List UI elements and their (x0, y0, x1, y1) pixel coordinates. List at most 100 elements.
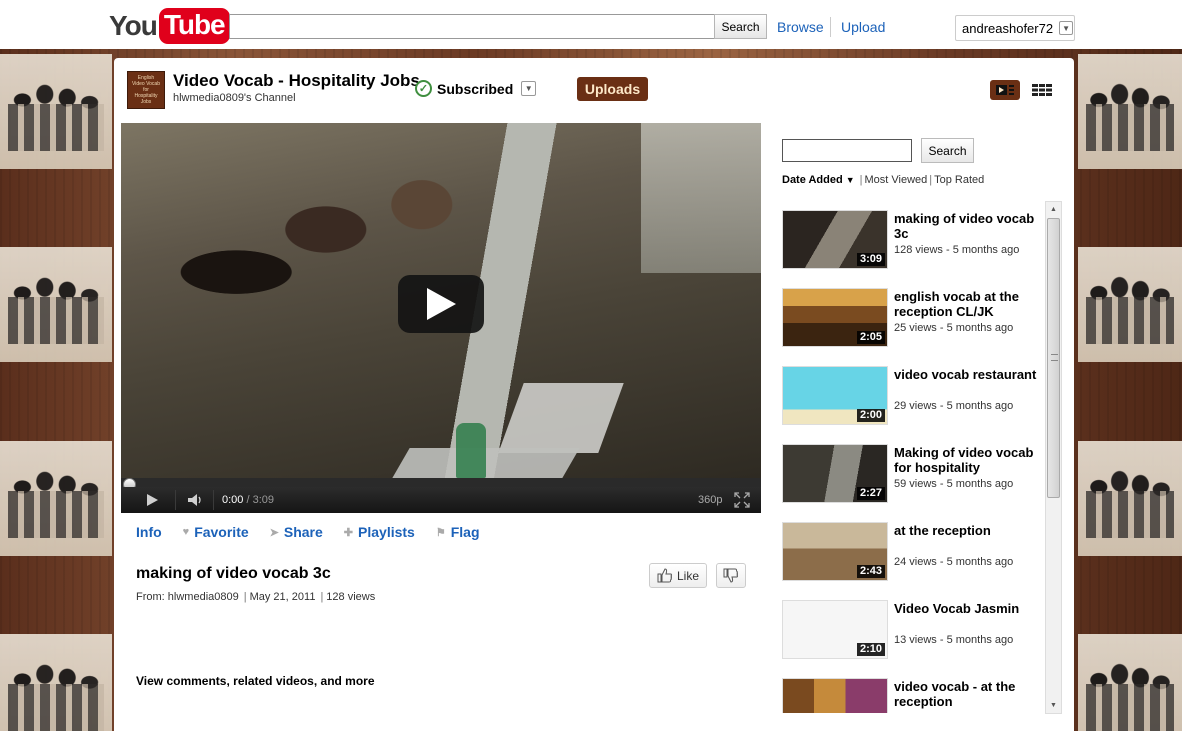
youtube-logo[interactable]: You Tube (109, 6, 230, 46)
video-actions: Info ♥ Favorite ➤ Share ✚ Playlists ⚑ Flag (136, 524, 501, 540)
nav-divider (830, 17, 831, 37)
thumbs-up-icon (657, 568, 672, 583)
playlists-label: Playlists (358, 524, 415, 540)
video-views: 128 views (326, 591, 376, 603)
video-author[interactable]: hlwmedia0809 (168, 591, 239, 603)
list-item-title[interactable]: video vocab restaurant (894, 367, 1044, 382)
thumbnail-duration: 2:05 (856, 331, 885, 344)
fullscreen-icon[interactable] (734, 492, 750, 511)
list-item-title[interactable]: at the reception (894, 523, 1044, 538)
sort-options: Date Added ▼ | Most Viewed | Top Rated (782, 174, 984, 186)
flag-icon: ⚑ (435, 526, 446, 539)
list-item[interactable]: 2:05 english vocab at the reception CL/J… (782, 288, 1047, 350)
player-view-icon[interactable] (990, 80, 1020, 100)
info-label: Info (136, 524, 162, 540)
sort-top-rated[interactable]: Top Rated (934, 174, 984, 186)
channel-panel: English Video Vocab for Hospitality Jobs… (114, 58, 1074, 731)
video-thumbnail[interactable]: 2:05 (782, 288, 888, 347)
current-time: 0:00 (222, 494, 244, 506)
from-label: From: (136, 591, 165, 603)
sort-date-added[interactable]: Date Added (782, 174, 843, 186)
sort-separator: | (859, 174, 863, 186)
list-item-title[interactable]: english vocab at the reception CL/JK (894, 289, 1044, 319)
uploads-scrollbar[interactable]: ▲ ▼ (1045, 201, 1062, 714)
logo-you-text: You (109, 10, 158, 41)
scroll-up-icon[interactable]: ▲ (1046, 202, 1061, 217)
video-thumbnail[interactable]: 2:27 (782, 444, 888, 503)
meta-separator: | (320, 591, 324, 603)
time-display: 0:00 / 3:09 (222, 494, 274, 506)
user-menu[interactable]: andreashofer72 ▼ (955, 15, 1075, 41)
progress-bar[interactable] (121, 478, 761, 491)
video-thumbnail[interactable]: 2:43 (782, 522, 888, 581)
subscribed-label: Subscribed (437, 80, 514, 97)
list-item[interactable]: 2:27 Making of video vocab for hospitali… (782, 444, 1047, 506)
control-divider (213, 490, 214, 510)
meta-separator: | (243, 591, 247, 603)
list-item[interactable]: 2:10 Video Vocab Jasmin 13 views - 5 mon… (782, 600, 1047, 662)
thumbnail-duration: 2:00 (856, 409, 885, 422)
video-thumbnail[interactable]: 2:00 (782, 366, 888, 425)
volume-icon[interactable] (187, 493, 204, 510)
favorite-link[interactable]: ♥ Favorite (183, 524, 249, 540)
share-link[interactable]: ➤ Share (270, 524, 323, 540)
list-item-meta: 24 views - 5 months ago (894, 556, 1014, 568)
list-item[interactable]: video vocab - at the reception (782, 678, 1047, 713)
list-item-title[interactable]: video vocab - at the reception (894, 679, 1044, 709)
dislike-button[interactable] (716, 563, 746, 588)
list-item[interactable]: 2:00 video vocab restaurant 29 views - 5… (782, 366, 1047, 428)
list-item-title[interactable]: Video Vocab Jasmin (894, 601, 1044, 616)
uploads-tab[interactable]: Uploads (577, 77, 648, 101)
subscribed-button[interactable]: ✓ Subscribed ▼ (415, 80, 537, 97)
player-controls: 0:00 / 3:09 360p (121, 487, 761, 513)
list-item-title[interactable]: Making of video vocab for hospitality (894, 445, 1044, 475)
channel-subtitle: hlwmedia0809's Channel (173, 92, 296, 104)
search-button[interactable]: Search (714, 14, 767, 39)
username: andreashofer72 (962, 20, 1054, 36)
info-link[interactable]: Info (136, 524, 162, 540)
channel-search-input[interactable] (782, 139, 912, 162)
upload-link[interactable]: Upload (841, 19, 885, 35)
sort-separator: | (929, 174, 933, 186)
video-date: May 21, 2011 (249, 591, 316, 603)
share-label: Share (283, 524, 323, 540)
list-item-title[interactable]: making of video vocab 3c (894, 211, 1044, 241)
arrow-icon: ➤ (269, 526, 279, 539)
scrollbar-thumb[interactable] (1047, 218, 1060, 498)
video-scene-window (641, 123, 761, 273)
thumbs-down-icon (723, 568, 738, 583)
chevron-down-icon[interactable]: ▼ (521, 81, 537, 96)
list-item-meta: 29 views - 5 months ago (894, 400, 1014, 412)
thumbnail-duration: 2:27 (856, 487, 885, 500)
list-item[interactable]: 2:43 at the reception 24 views - 5 month… (782, 522, 1047, 584)
video-thumbnail[interactable] (782, 678, 888, 713)
browse-link[interactable]: Browse (777, 19, 824, 35)
video-thumbnail[interactable]: 3:09 (782, 210, 888, 269)
channel-avatar-text: English Video Vocab for Hospitality Jobs (132, 75, 160, 105)
channel-search-button[interactable]: Search (921, 138, 974, 163)
view-more-link[interactable]: View comments, related videos, and more (136, 674, 375, 688)
channel-avatar[interactable]: English Video Vocab for Hospitality Jobs (127, 71, 165, 109)
video-player[interactable]: 0:00 / 3:09 360p (121, 123, 761, 513)
quality-button[interactable]: 360p (698, 494, 722, 506)
video-thumbnail[interactable]: 2:10 (782, 600, 888, 659)
big-play-button[interactable] (398, 275, 484, 333)
caret-down-icon[interactable]: ▼ (846, 175, 855, 185)
play-icon[interactable] (145, 493, 159, 510)
background-photo (1078, 54, 1182, 169)
sort-most-viewed[interactable]: Most Viewed (865, 174, 928, 186)
favorite-label: Favorite (194, 524, 249, 540)
list-item-meta: 13 views - 5 months ago (894, 634, 1014, 646)
playlists-link[interactable]: ✚ Playlists (344, 524, 415, 540)
flag-link[interactable]: ⚑ Flag (436, 524, 480, 540)
like-button[interactable]: Like (649, 563, 707, 588)
channel-title[interactable]: Video Vocab - Hospitality Jobs (173, 71, 420, 91)
video-duration: 3:09 (252, 494, 275, 506)
grid-view-icon[interactable] (1032, 83, 1052, 97)
control-divider (175, 490, 176, 510)
search-input[interactable] (229, 14, 715, 39)
thumbnail-duration: 2:43 (856, 565, 885, 578)
scroll-down-icon[interactable]: ▼ (1046, 698, 1061, 713)
background-photo (1078, 634, 1182, 731)
list-item[interactable]: 3:09 making of video vocab 3c 128 views … (782, 210, 1047, 272)
